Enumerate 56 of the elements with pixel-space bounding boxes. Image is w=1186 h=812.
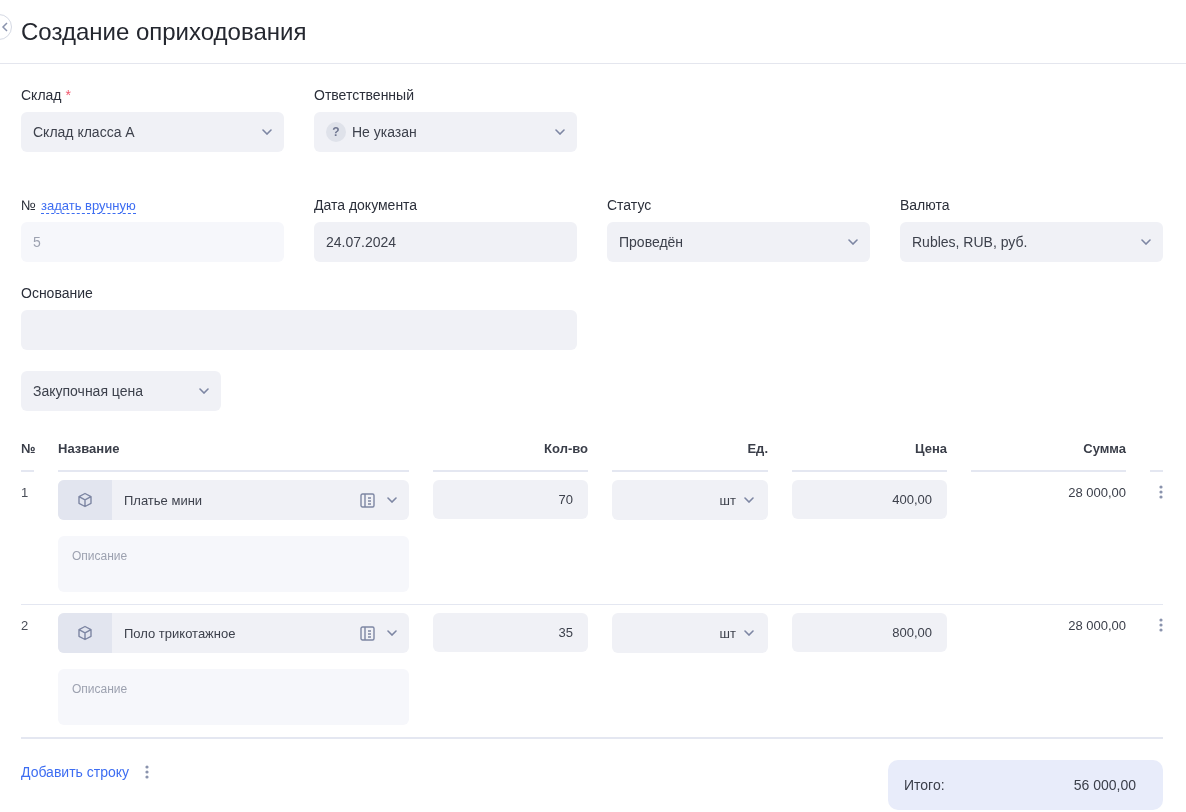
- box-icon: [77, 625, 93, 641]
- chevron-down-icon: [555, 129, 565, 135]
- product-select[interactable]: Платье мини: [58, 480, 409, 520]
- unit-select[interactable]: шт: [612, 480, 768, 520]
- chevron-down-icon: [199, 388, 209, 394]
- field-label: Дата документа: [314, 196, 418, 214]
- more-icon: [145, 765, 150, 779]
- column-header: Ед.: [612, 441, 768, 472]
- select-field[interactable]: Закупочная цена: [21, 371, 221, 411]
- description-field[interactable]: Описание: [58, 669, 409, 725]
- more-button[interactable]: [145, 765, 150, 779]
- select-field[interactable]: Проведён: [607, 222, 870, 262]
- catalog-icon: [360, 625, 375, 641]
- chevron-down-icon: [262, 129, 272, 135]
- add-row-link[interactable]: Добавить строку: [21, 764, 130, 780]
- field-label: Валюта: [900, 196, 950, 214]
- row-number: 1: [21, 484, 30, 502]
- field-label: Статус: [607, 196, 652, 214]
- unit-select[interactable]: шт: [612, 613, 768, 653]
- column-header: Название: [58, 441, 409, 472]
- description-field[interactable]: Описание: [58, 536, 409, 592]
- row-sum: 28 000,00: [1067, 484, 1126, 502]
- manual-number-link[interactable]: задать вручную: [41, 198, 136, 214]
- quantity-field[interactable]: 70: [433, 480, 588, 519]
- total-label: Итого:: [904, 777, 945, 793]
- price-field[interactable]: 800,00: [792, 613, 947, 652]
- catalog-icon: [360, 492, 375, 508]
- more-icon: [1159, 485, 1163, 499]
- column-header: Сумма: [971, 441, 1126, 472]
- page-title: Создание оприходования: [21, 17, 307, 46]
- column-header: Цена: [792, 441, 947, 472]
- quantity-field[interactable]: 35: [433, 613, 588, 652]
- chevron-down-icon: [387, 497, 397, 503]
- select-field[interactable]: Rubles, RUB, руб.: [900, 222, 1163, 262]
- box-icon: [77, 492, 93, 508]
- column-header: №: [21, 441, 34, 472]
- price-field[interactable]: 400,00: [792, 480, 947, 519]
- chevron-down-icon: [387, 630, 397, 636]
- total-value: 56 000,00: [1073, 777, 1136, 793]
- select-field[interactable]: ? Не указан: [314, 112, 577, 152]
- more-icon: [1159, 618, 1163, 632]
- chevron-down-icon: [744, 497, 754, 503]
- field-label: Ответственный: [314, 86, 414, 104]
- chevron-down-icon: [744, 630, 754, 636]
- input-field[interactable]: 24.07.2024: [314, 222, 577, 262]
- chevron-down-icon: [1141, 239, 1151, 245]
- column-header: Кол-во: [433, 441, 588, 472]
- field-label: Склад *: [21, 86, 71, 104]
- question-icon: ?: [326, 122, 346, 142]
- field-label: №: [21, 196, 37, 214]
- field-label: Основание: [21, 284, 93, 302]
- chevron-down-icon: [848, 239, 858, 245]
- select-field[interactable]: Склад класса А: [21, 112, 284, 152]
- row-sum: 28 000,00: [1067, 617, 1126, 635]
- product-select[interactable]: Поло трикотажное: [58, 613, 409, 653]
- row-number: 2: [21, 617, 30, 635]
